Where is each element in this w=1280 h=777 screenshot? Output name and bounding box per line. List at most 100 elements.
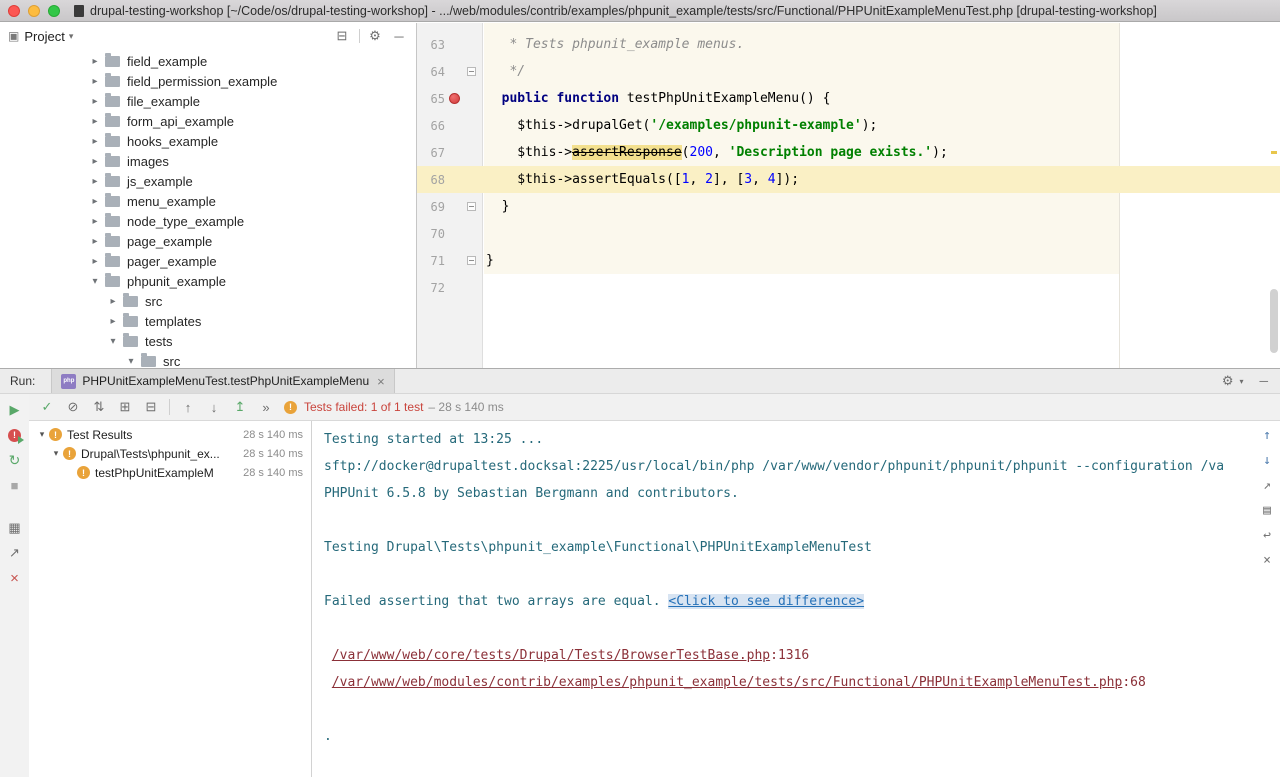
zoom-window-button[interactable] bbox=[48, 5, 60, 17]
stacktrace-file-link[interactable]: /var/www/web/modules/contrib/examples/ph… bbox=[332, 675, 1123, 690]
chevron-right-icon[interactable]: ▸ bbox=[88, 136, 102, 147]
gutter-cell: 63 bbox=[417, 31, 483, 58]
next-failed-test-icon[interactable]: ↓ bbox=[206, 400, 222, 415]
collapse-all-icon[interactable]: ⊟ bbox=[143, 399, 159, 415]
gear-icon[interactable]: ⚙ bbox=[1222, 373, 1234, 389]
project-tree-item[interactable]: ▸form_api_example bbox=[0, 111, 416, 131]
project-tree-item[interactable]: ▸pager_example bbox=[0, 251, 416, 271]
editor-line[interactable]: 69 } bbox=[417, 193, 1280, 220]
editor-line[interactable]: 67 $this->assertResponse(200, 'Descripti… bbox=[417, 139, 1280, 166]
close-panel-button[interactable]: × bbox=[6, 569, 24, 587]
editor-line[interactable]: 63 * Tests phpunit_example menus. bbox=[417, 31, 1280, 58]
editor-line[interactable]: 66 $this->drupalGet('/examples/phpunit-e… bbox=[417, 112, 1280, 139]
chevron-right-icon[interactable]: ▸ bbox=[88, 176, 102, 187]
show-ignored-icon[interactable]: ⊘ bbox=[65, 399, 81, 415]
test-tree-item[interactable]: ▾Drupal\Tests\phpunit_ex...28 s 140 ms bbox=[29, 444, 311, 463]
print-icon[interactable]: ▤ bbox=[1259, 502, 1275, 518]
editor-line[interactable]: 71} bbox=[417, 247, 1280, 274]
chevron-right-icon[interactable]: ▸ bbox=[88, 96, 102, 107]
chevron-right-icon[interactable]: ▸ bbox=[88, 196, 102, 207]
chevron-down-icon[interactable]: ▾ bbox=[69, 31, 74, 42]
project-tree-item[interactable]: ▾src bbox=[0, 351, 416, 368]
project-tool-icon: ▣ bbox=[8, 29, 19, 43]
gutter-cell: 71 bbox=[417, 247, 483, 274]
test-failed-gutter-icon[interactable] bbox=[449, 93, 460, 104]
editor-line[interactable]: 65 public function testPhpUnitExampleMen… bbox=[417, 85, 1280, 112]
project-tree-item[interactable]: ▸page_example bbox=[0, 231, 416, 251]
run-tab[interactable]: php PHPUnitExampleMenuTest.testPhpUnitEx… bbox=[51, 369, 394, 393]
project-tree-item[interactable]: ▾tests bbox=[0, 331, 416, 351]
editor[interactable]: 63 * Tests phpunit_example menus.64 */65… bbox=[417, 23, 1280, 368]
editor-scrollbar-thumb[interactable] bbox=[1270, 289, 1278, 353]
rerun-button[interactable]: ▶ bbox=[6, 401, 24, 419]
chevron-right-icon[interactable]: ▸ bbox=[88, 116, 102, 127]
project-tree-item[interactable]: ▸menu_example bbox=[0, 191, 416, 211]
editor-line[interactable]: 70 bbox=[417, 220, 1280, 247]
project-tree-item[interactable]: ▸field_example bbox=[0, 51, 416, 71]
soft-wrap-icon[interactable]: ↩ bbox=[1259, 527, 1275, 543]
editor-line[interactable]: 64 */ bbox=[417, 58, 1280, 85]
console-line: . bbox=[324, 723, 1250, 750]
rerun-failed-tests-button[interactable] bbox=[6, 426, 24, 444]
open-results-icon[interactable]: ↗ bbox=[1259, 477, 1275, 493]
close-window-button[interactable] bbox=[8, 5, 20, 17]
warning-stripe-mark[interactable] bbox=[1271, 151, 1277, 154]
project-tree-item[interactable]: ▸images bbox=[0, 151, 416, 171]
hide-panel-icon[interactable]: ─ bbox=[390, 29, 408, 44]
gear-icon[interactable]: ⚙ bbox=[366, 28, 384, 44]
see-difference-link[interactable]: <Click to see difference> bbox=[668, 594, 864, 609]
chevron-right-icon[interactable]: ▸ bbox=[88, 256, 102, 267]
project-panel-title[interactable]: Project bbox=[24, 29, 64, 44]
clear-console-icon[interactable]: × bbox=[1259, 552, 1275, 568]
project-tree-item[interactable]: ▸file_example bbox=[0, 91, 416, 111]
folder-icon bbox=[123, 336, 138, 347]
chevron-down-icon[interactable]: ▾ bbox=[35, 429, 49, 440]
editor-line[interactable]: 72 bbox=[417, 274, 1280, 301]
chevron-down-icon[interactable]: ▾ bbox=[1239, 377, 1243, 386]
editor-line[interactable]: 68 $this->assertEquals([1, 2], [3, 4]); bbox=[417, 166, 1280, 193]
toggle-auto-test-button[interactable]: ↻ bbox=[6, 451, 24, 469]
project-tree-item[interactable]: ▸ field_permission_example bbox=[0, 71, 416, 91]
chevron-right-icon[interactable]: ▸ bbox=[88, 156, 102, 167]
gutter-cell: 66 bbox=[417, 112, 483, 139]
expand-all-icon[interactable]: ⊞ bbox=[117, 399, 133, 415]
fold-marker-icon[interactable] bbox=[467, 202, 476, 211]
folder-label: field_permission_example bbox=[127, 74, 277, 89]
chevron-right-icon[interactable]: ▸ bbox=[88, 56, 102, 67]
stop-button[interactable]: ■ bbox=[6, 476, 24, 494]
chevron-down-icon[interactable]: ▾ bbox=[124, 356, 138, 367]
sort-by-duration-icon[interactable]: ⇅ bbox=[91, 399, 107, 415]
fold-marker-icon[interactable] bbox=[467, 256, 476, 265]
project-tree-item[interactable]: ▸src bbox=[0, 291, 416, 311]
collapse-all-icon[interactable]: ⊟ bbox=[333, 28, 351, 44]
project-tree-item[interactable]: ▸node_type_example bbox=[0, 211, 416, 231]
hide-toolwindow-icon[interactable]: ─ bbox=[1259, 374, 1268, 388]
chevron-right-icon[interactable]: ▸ bbox=[88, 216, 102, 227]
close-tab-icon[interactable]: × bbox=[377, 374, 385, 389]
jump-to-source-button[interactable]: ↗ bbox=[6, 544, 24, 562]
down-stacktrace-icon[interactable]: ↓ bbox=[1259, 452, 1275, 468]
chevron-right-icon[interactable]: ▸ bbox=[106, 316, 120, 327]
chevron-right-icon[interactable]: ▸ bbox=[88, 76, 102, 87]
project-tree-item[interactable]: ▸templates bbox=[0, 311, 416, 331]
restore-layout-button[interactable]: ▦ bbox=[6, 519, 24, 537]
chevron-right-icon[interactable]: ▸ bbox=[106, 296, 120, 307]
more-icon[interactable]: » bbox=[258, 400, 274, 415]
chevron-down-icon[interactable]: ▾ bbox=[49, 448, 63, 459]
project-tree-item[interactable]: ▾phpunit_example bbox=[0, 271, 416, 291]
show-passed-icon[interactable]: ✓ bbox=[39, 399, 55, 415]
fold-marker-icon[interactable] bbox=[467, 67, 476, 76]
project-tree-item[interactable]: ▸hooks_example bbox=[0, 131, 416, 151]
import-test-results-icon[interactable]: ↥ bbox=[232, 399, 248, 415]
test-tree-item[interactable]: ▾Test Results28 s 140 ms bbox=[29, 425, 311, 444]
up-stacktrace-icon[interactable]: ↑ bbox=[1259, 427, 1275, 443]
previous-failed-test-icon[interactable]: ↑ bbox=[180, 400, 196, 415]
code-text: public function testPhpUnitExampleMenu()… bbox=[483, 91, 1280, 106]
stacktrace-file-link[interactable]: /var/www/web/core/tests/Drupal/Tests/Bro… bbox=[332, 648, 770, 663]
chevron-right-icon[interactable]: ▸ bbox=[88, 236, 102, 247]
chevron-down-icon[interactable]: ▾ bbox=[88, 276, 102, 287]
test-tree-item[interactable]: testPhpUnitExampleM28 s 140 ms bbox=[29, 463, 311, 482]
minimize-window-button[interactable] bbox=[28, 5, 40, 17]
chevron-down-icon[interactable]: ▾ bbox=[106, 336, 120, 347]
project-tree-item[interactable]: ▸js_example bbox=[0, 171, 416, 191]
